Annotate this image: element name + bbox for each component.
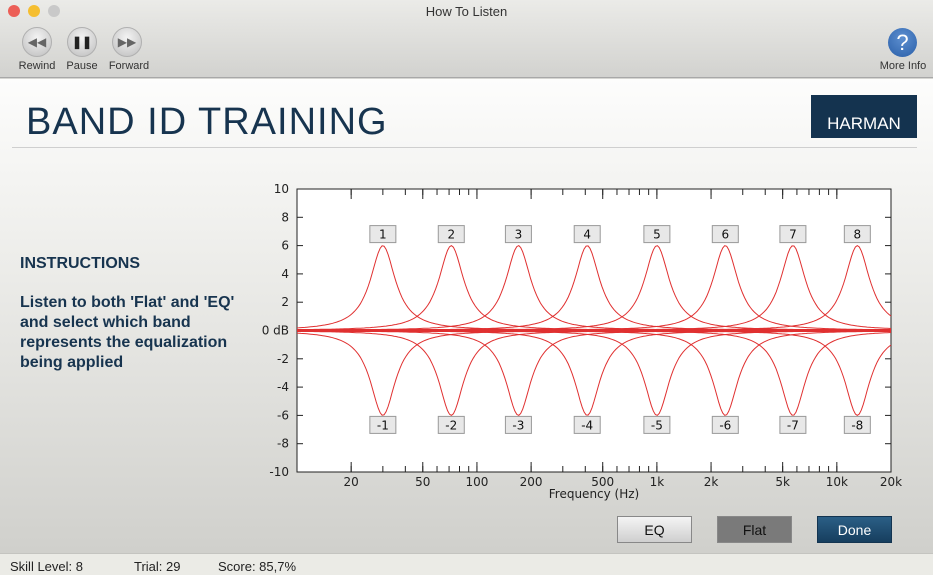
instructions-heading: INSTRUCTIONS [20, 255, 140, 272]
divider [12, 147, 917, 148]
main-panel: BAND ID TRAINING HARMAN INSTRUCTIONS Lis… [0, 79, 933, 553]
forward-button[interactable]: ▶▶ [112, 27, 142, 57]
page-title: BAND ID TRAINING [26, 101, 388, 143]
pause-button[interactable]: ❚❚ [67, 27, 97, 57]
x-tick-label: 100 [465, 475, 488, 489]
y-tick-label: 0 dB [262, 324, 289, 338]
y-tick-label: 10 [274, 182, 289, 196]
forward-label: Forward [108, 60, 150, 72]
y-tick-label: -6 [277, 408, 289, 422]
eq-button[interactable]: EQ [617, 516, 692, 543]
y-tick-label: 6 [281, 239, 289, 253]
band-label[interactable]: 1 [379, 228, 387, 242]
y-tick-label: -2 [277, 352, 289, 366]
x-tick-label: 200 [520, 475, 543, 489]
band-label[interactable]: -3 [512, 418, 524, 432]
more-info-button[interactable]: ? [888, 28, 917, 57]
rewind-icon: ◀◀ [27, 35, 47, 49]
x-tick-label: 2k [704, 475, 719, 489]
pause-icon: ❚❚ [71, 35, 93, 49]
x-tick-label: 1k [650, 475, 665, 489]
band-label[interactable]: 4 [583, 228, 591, 242]
band-label[interactable]: 6 [721, 228, 729, 242]
title-bar: How To Listen ◀◀ Rewind ❚❚ Pause ▶▶ Forw… [0, 0, 933, 78]
rewind-label: Rewind [18, 60, 56, 72]
band-label[interactable]: -8 [851, 418, 863, 432]
band-label[interactable]: -1 [377, 418, 389, 432]
harman-logo: HARMAN [811, 95, 917, 138]
band-label[interactable]: 8 [854, 228, 862, 242]
band-label[interactable]: -7 [787, 418, 799, 432]
y-tick-label: -4 [277, 380, 289, 394]
x-tick-label: 50 [415, 475, 430, 489]
x-tick-label: 20 [344, 475, 359, 489]
band-label[interactable]: -4 [581, 418, 593, 432]
flat-button[interactable]: Flat [717, 516, 792, 543]
band-label[interactable]: 2 [447, 228, 455, 242]
x-tick-label: 10k [826, 475, 848, 489]
band-label[interactable]: -2 [445, 418, 457, 432]
x-axis-label: Frequency (Hz) [549, 487, 640, 501]
eq-band-chart: 1086420 dB-2-4-6-8-1020 50 100 200 500 1k 2k 5k… [262, 182, 902, 501]
skill-level: Skill Level: 8 [10, 559, 83, 574]
score: Score: 85,7% [218, 559, 297, 574]
more-info-label: More Info [879, 60, 927, 72]
x-tick-label: 5k [775, 475, 790, 489]
y-tick-label: 4 [281, 267, 289, 281]
rewind-button[interactable]: ◀◀ [22, 27, 52, 57]
band-label[interactable]: -5 [651, 418, 663, 432]
y-tick-label: -10 [269, 465, 289, 479]
window-title: How To Listen [425, 4, 508, 19]
x-tick-label: 20k [880, 475, 902, 489]
y-tick-label: 8 [281, 210, 289, 224]
band-label[interactable]: 3 [515, 228, 523, 242]
band-label[interactable]: -6 [719, 418, 731, 432]
forward-icon: ▶▶ [117, 35, 137, 49]
y-tick-label: -8 [277, 437, 289, 451]
band-label[interactable]: 7 [789, 228, 797, 242]
instructions-text: Listen to both 'Flat' and 'EQ' and selec… [20, 294, 235, 371]
question-icon: ? [896, 30, 909, 55]
trial-count: Trial: 29 [134, 559, 181, 574]
status-bar: Skill Level: 8 Trial: 29 Score: 85,7% [0, 553, 933, 575]
y-tick-label: 2 [281, 295, 289, 309]
band-label[interactable]: 5 [653, 228, 661, 242]
pause-label: Pause [66, 60, 98, 72]
done-button[interactable]: Done [817, 516, 892, 543]
